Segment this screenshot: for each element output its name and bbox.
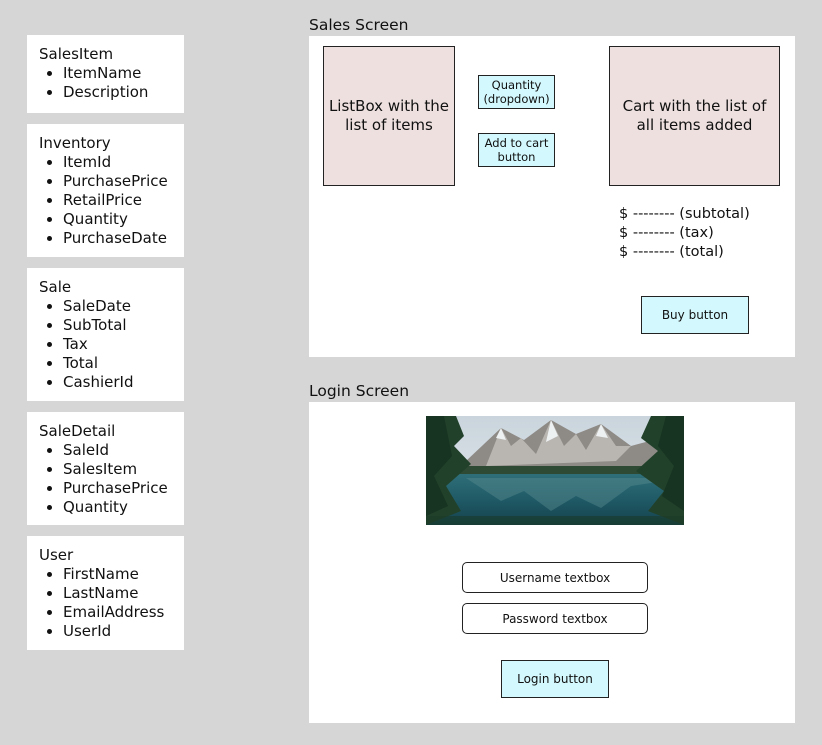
entity-field: UserId — [63, 622, 178, 641]
entity-title: User — [39, 546, 74, 564]
sales-screen-title: Sales Screen — [309, 16, 409, 34]
entity-field: PurchaseDate — [63, 229, 178, 248]
entity-title: Sale — [39, 278, 72, 296]
mountain-lake-photo-icon — [426, 416, 684, 525]
entity-field: PurchasePrice — [63, 172, 178, 191]
entity-field: PurchasePrice — [63, 479, 178, 498]
entity-field: Total — [63, 354, 178, 373]
item-listbox[interactable]: ListBox with the list of items — [323, 46, 455, 186]
login-button[interactable]: Login button — [501, 660, 609, 698]
tax-line: $ -------- (tax) — [619, 225, 714, 241]
entity-card-inventory: Inventory ItemId PurchasePrice RetailPri… — [27, 124, 184, 257]
entity-field-list: SaleId SalesItem PurchasePrice Quantity — [39, 441, 178, 517]
entity-field-list: SaleDate SubTotal Tax Total CashierId — [39, 297, 178, 392]
entity-field: Description — [63, 83, 178, 102]
subtotal-line: $ -------- (subtotal) — [619, 206, 750, 222]
entity-title: SaleDetail — [39, 422, 116, 440]
entity-field: Tax — [63, 335, 178, 354]
entity-field: Quantity — [63, 210, 178, 229]
entity-field: ItemName — [63, 64, 178, 83]
entity-field: ItemId — [63, 153, 178, 172]
entity-field: SaleId — [63, 441, 178, 460]
password-textbox[interactable]: Password textbox — [462, 603, 648, 634]
entity-field: SubTotal — [63, 316, 178, 335]
add-to-cart-button[interactable]: Add to cart button — [478, 133, 555, 167]
entity-field: SalesItem — [63, 460, 178, 479]
entity-field: CashierId — [63, 373, 178, 392]
entity-field-list: FirstName LastName EmailAddress UserId — [39, 565, 178, 641]
entity-card-user: User FirstName LastName EmailAddress Use… — [27, 536, 184, 650]
entity-card-sale: Sale SaleDate SubTotal Tax Total Cashier… — [27, 268, 184, 401]
entity-field: RetailPrice — [63, 191, 178, 210]
entity-field: Quantity — [63, 498, 178, 517]
quantity-dropdown[interactable]: Quantity (dropdown) — [478, 75, 555, 109]
entity-card-saledetail: SaleDetail SaleId SalesItem PurchasePric… — [27, 412, 184, 525]
entity-field: FirstName — [63, 565, 178, 584]
entity-field: EmailAddress — [63, 603, 178, 622]
entity-field: LastName — [63, 584, 178, 603]
entity-field-list: ItemId PurchasePrice RetailPrice Quantit… — [39, 153, 178, 248]
mountain-lake-image — [426, 416, 684, 525]
entity-title: SalesItem — [39, 45, 114, 63]
entity-title: Inventory — [39, 134, 111, 152]
entity-field: SaleDate — [63, 297, 178, 316]
buy-button[interactable]: Buy button — [641, 296, 749, 334]
cart-list[interactable]: Cart with the list of all items added — [609, 46, 780, 186]
login-screen-title: Login Screen — [309, 382, 410, 400]
entity-card-salesitem: SalesItem ItemName Description — [27, 35, 184, 113]
username-textbox[interactable]: Username textbox — [462, 562, 648, 593]
entity-field-list: ItemName Description — [39, 64, 178, 102]
total-line: $ -------- (total) — [619, 244, 724, 260]
